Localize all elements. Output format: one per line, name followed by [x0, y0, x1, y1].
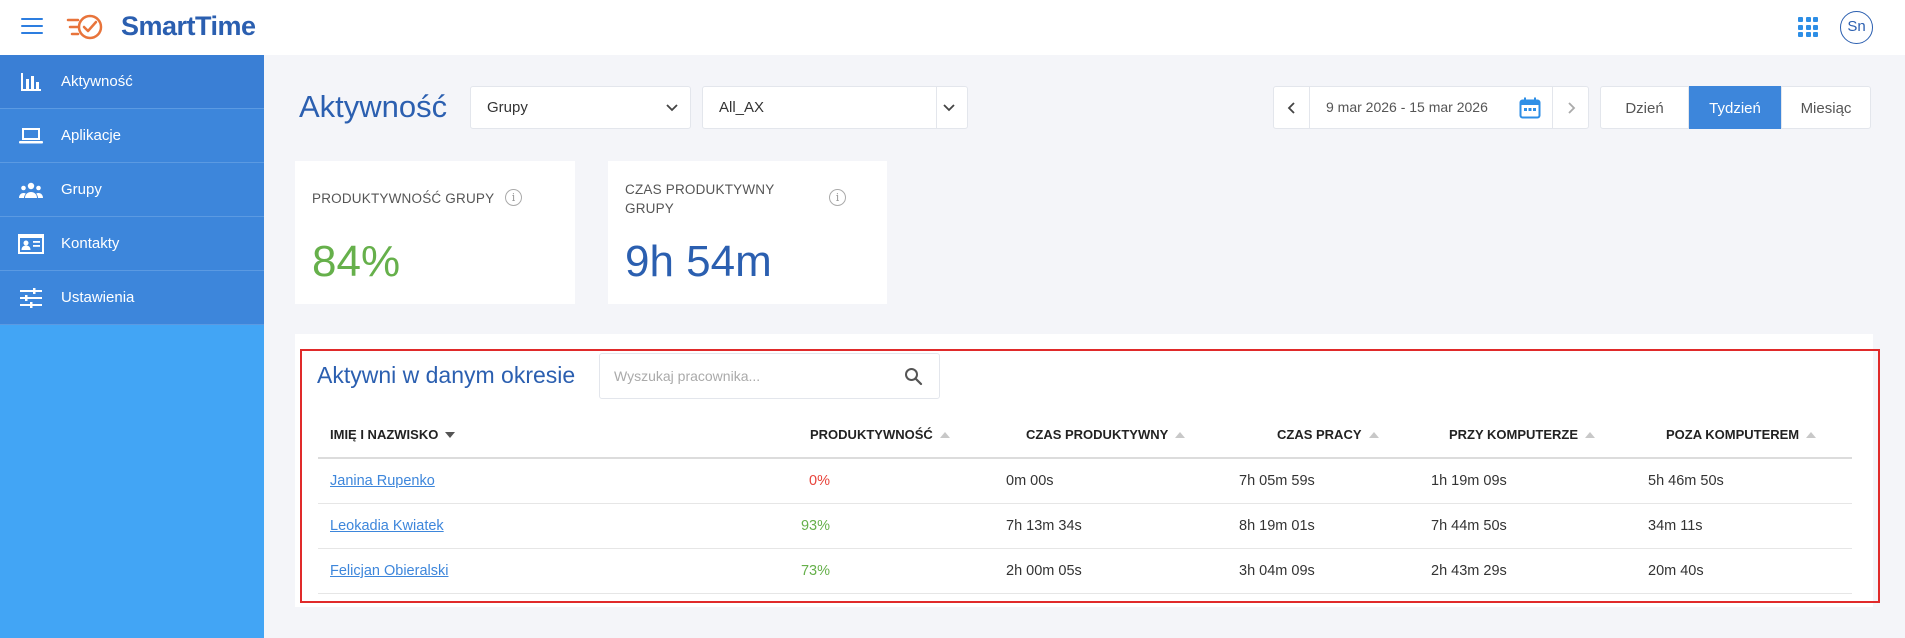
sidebar-item-aplikacje[interactable]: Aplikacje — [0, 109, 264, 163]
sidebar-item-label: Aktywność — [61, 73, 133, 90]
sort-asc-icon — [1585, 431, 1596, 438]
table-row: Leokadia Kwiatek 93% 7h 13m 34s 8h 19m 0… — [318, 504, 1852, 549]
group-productive-time-card: Czas produktywny grupy i 9h 54m — [608, 161, 887, 304]
employee-name-link[interactable]: Leokadia Kwiatek — [330, 504, 444, 549]
group-value: All_AX — [719, 99, 765, 116]
employee-search-input[interactable] — [614, 354, 894, 398]
card-label: Produktywność grupy — [312, 191, 495, 206]
productive-time-cell: 2h 00m 05s — [1006, 563, 1082, 579]
sidebar: Aktywność Aplikacje Grupy Kontakty Ustaw… — [0, 55, 264, 638]
sidebar-item-ustawienia[interactable]: Ustawienia — [0, 271, 264, 325]
productive-time-cell: 7h 13m 34s — [1006, 518, 1082, 534]
group-productive-time-value: 9h 54m — [625, 237, 772, 286]
contact-card-icon — [18, 233, 44, 255]
apps-grid-icon[interactable] — [1798, 17, 1818, 37]
sidebar-item-label: Aplikacje — [61, 127, 122, 144]
off-computer-cell: 20m 40s — [1648, 563, 1704, 579]
user-avatar[interactable]: Sn — [1840, 11, 1873, 44]
at-computer-cell: 2h 43m 29s — [1431, 563, 1507, 579]
date-range-picker: 9 mar 2026 - 15 mar 2026 — [1273, 86, 1589, 129]
top-bar: SmartTime Sn — [0, 0, 1905, 55]
off-computer-cell: 34m 11s — [1648, 518, 1703, 534]
productivity-cell: 93% — [800, 518, 830, 534]
group-value-select[interactable]: All_AX — [702, 86, 968, 129]
sliders-icon — [18, 287, 44, 309]
group-productivity-value: 84% — [312, 237, 401, 286]
column-header-name[interactable]: Imię i nazwisko — [330, 427, 456, 442]
calendar-icon[interactable] — [1519, 97, 1541, 119]
column-header-work-time[interactable]: Czas pracy — [1277, 427, 1379, 442]
bar-chart-icon — [18, 71, 44, 93]
group-type-select[interactable]: Grupy — [470, 86, 691, 129]
at-computer-cell: 7h 44m 50s — [1431, 518, 1507, 534]
table-row: Janina Rupenko 0% 0m 00s 7h 05m 59s 1h 1… — [318, 459, 1852, 504]
group-productivity-card: Produktywność grupy i 84% — [295, 161, 575, 304]
info-icon[interactable]: i — [505, 189, 522, 206]
at-computer-cell: 1h 19m 09s — [1431, 473, 1507, 489]
card-label: Czas produktywny grupy — [625, 182, 775, 216]
sidebar-item-aktywnosc[interactable]: Aktywność — [0, 55, 264, 109]
search-icon[interactable] — [904, 367, 923, 386]
sort-asc-icon — [1175, 431, 1186, 438]
chevron-right-icon — [1567, 101, 1575, 114]
column-header-productive-time[interactable]: Czas produktywny — [1026, 427, 1186, 442]
employee-name-link[interactable]: Janina Rupenko — [330, 459, 435, 504]
off-computer-cell: 5h 46m 50s — [1648, 473, 1724, 489]
chevron-down-icon — [666, 104, 678, 112]
productivity-cell: 0% — [809, 473, 830, 489]
sidebar-item-kontakty[interactable]: Kontakty — [0, 217, 264, 271]
column-header-at-computer[interactable]: Przy komputerze — [1449, 427, 1596, 442]
sidebar-item-label: Kontakty — [61, 235, 120, 252]
column-header-productivity[interactable]: Produktywność — [810, 427, 950, 442]
app-logo-text[interactable]: SmartTime — [121, 11, 256, 42]
smarttime-logo-icon — [66, 14, 103, 40]
people-icon — [18, 179, 44, 201]
panel-title: Aktywni w danym okresie — [317, 362, 576, 388]
page-title: Aktywność — [299, 89, 448, 124]
sort-asc-icon — [939, 431, 950, 438]
period-month-button[interactable]: Miesiąc — [1781, 86, 1871, 129]
work-time-cell: 3h 04m 09s — [1239, 563, 1315, 579]
sort-desc-icon — [445, 431, 456, 438]
period-day-button[interactable]: Dzień — [1600, 86, 1689, 129]
chevron-down-icon[interactable] — [941, 100, 957, 116]
period-switcher: Dzień Tydzień Miesiąc — [1600, 86, 1871, 129]
employee-search — [599, 353, 940, 399]
previous-period-button[interactable] — [1274, 87, 1310, 128]
chevron-left-icon — [1287, 101, 1295, 114]
sidebar-item-label: Grupy — [61, 181, 102, 198]
sidebar-item-label: Ustawienia — [61, 289, 135, 306]
info-icon[interactable]: i — [829, 189, 846, 206]
column-header-off-computer[interactable]: Poza komputerem — [1666, 427, 1817, 442]
work-time-cell: 8h 19m 01s — [1239, 518, 1315, 534]
sort-asc-icon — [1806, 431, 1817, 438]
productive-time-cell: 0m 00s — [1006, 473, 1054, 489]
period-week-button[interactable]: Tydzień — [1689, 86, 1781, 129]
next-period-button[interactable] — [1552, 87, 1588, 128]
group-type-value: Grupy — [487, 99, 528, 116]
sidebar-item-grupy[interactable]: Grupy — [0, 163, 264, 217]
row-divider — [318, 593, 1852, 594]
sort-asc-icon — [1368, 431, 1379, 438]
table-row: Felicjan Obieralski 73% 2h 00m 05s 3h 04… — [318, 549, 1852, 594]
work-time-cell: 7h 05m 59s — [1239, 473, 1315, 489]
employee-name-link[interactable]: Felicjan Obieralski — [330, 549, 448, 594]
hamburger-menu-icon[interactable] — [21, 18, 43, 34]
date-range-text[interactable]: 9 mar 2026 - 15 mar 2026 — [1326, 87, 1488, 128]
laptop-icon — [18, 125, 44, 147]
productivity-cell: 73% — [800, 563, 830, 579]
